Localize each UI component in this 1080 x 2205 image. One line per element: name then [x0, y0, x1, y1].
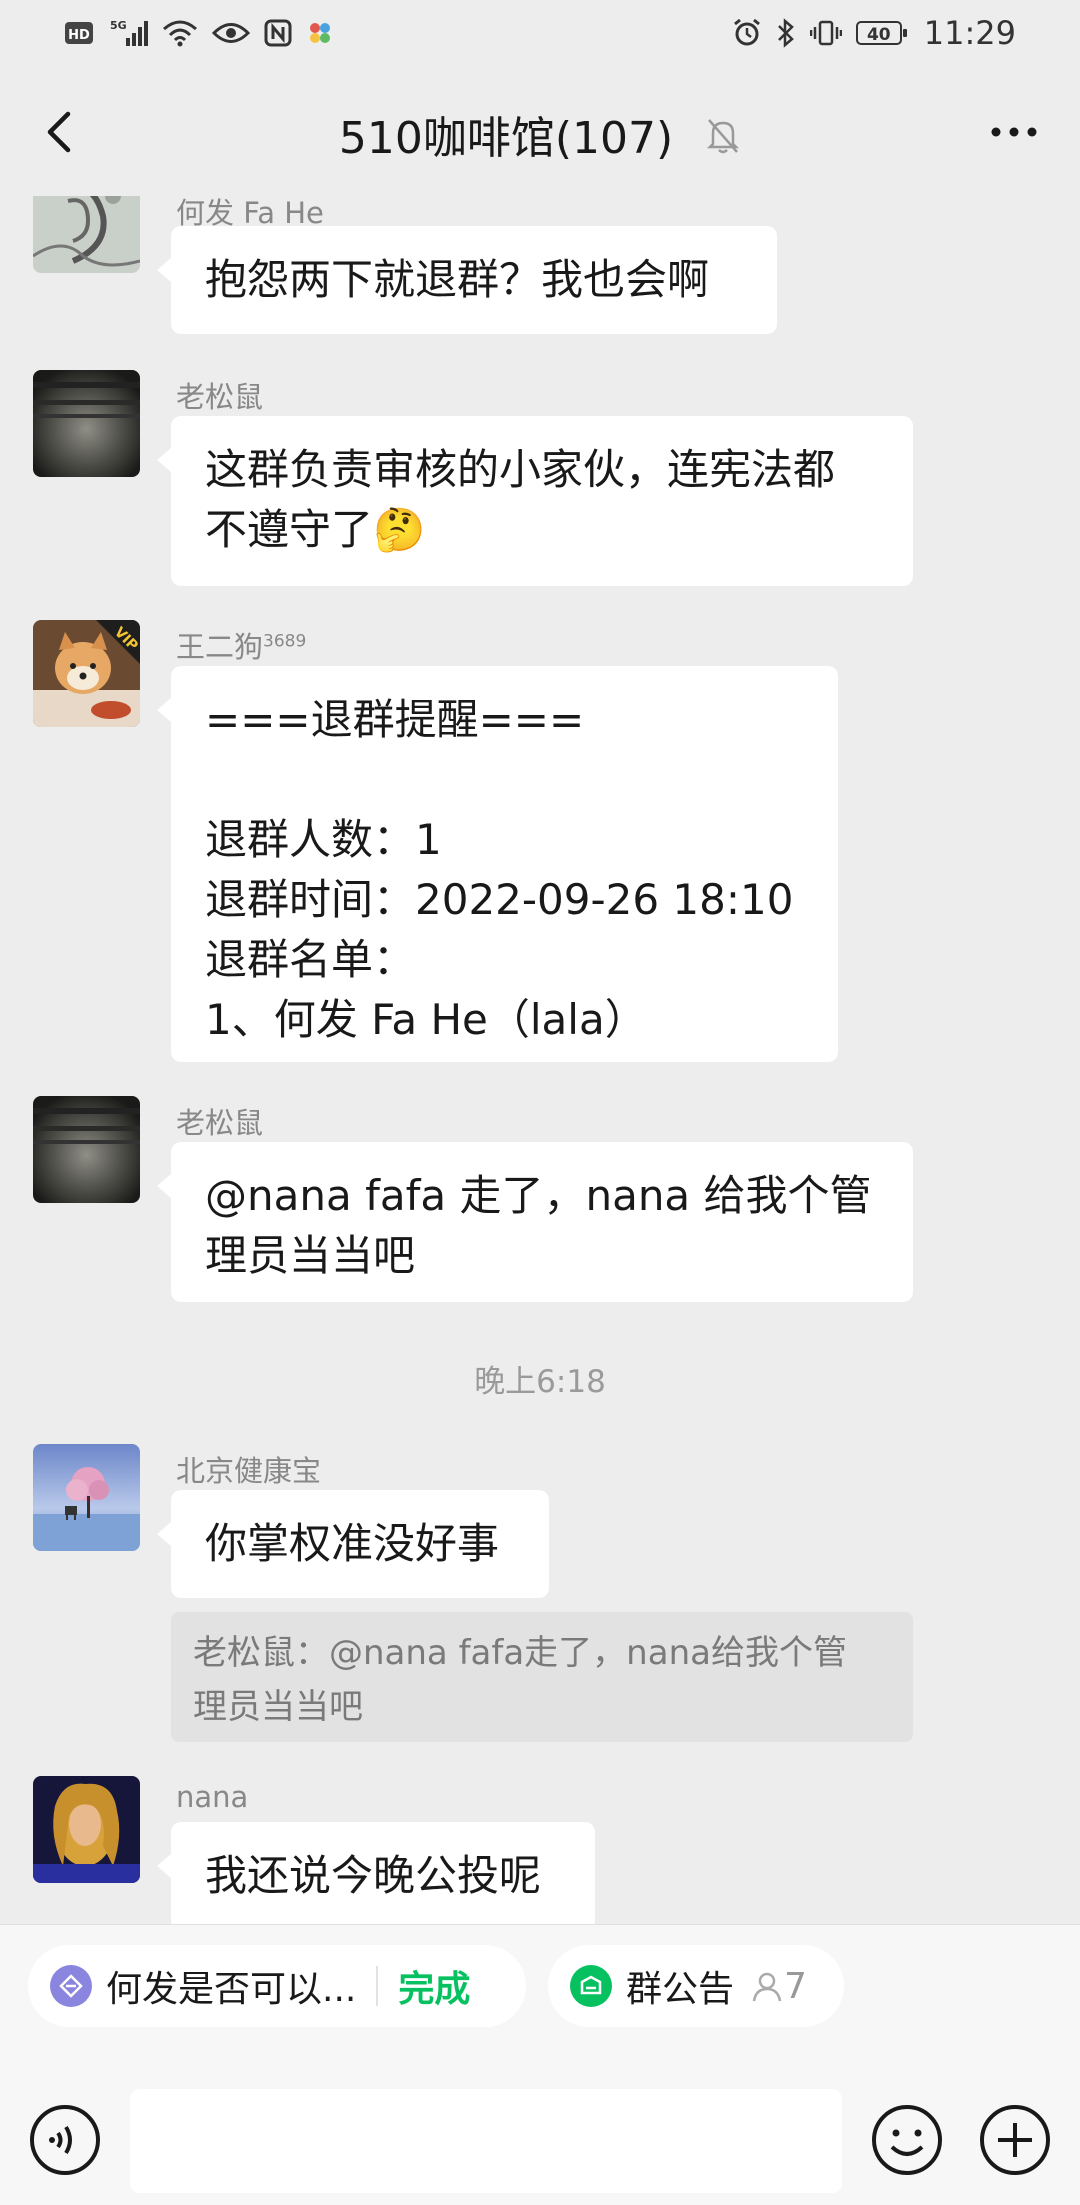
5g-signal-icon: 5G: [108, 16, 148, 50]
app-icon: [306, 16, 334, 50]
svg-text:5G: 5G: [110, 19, 127, 32]
avatar-wang-er-gou[interactable]: VIP: [33, 620, 140, 727]
bluetooth-icon: [776, 16, 796, 50]
avatar-bei-jing-jian-kang-bao[interactable]: [33, 1444, 140, 1551]
more-options-button[interactable]: [984, 106, 1044, 158]
solitaire-icon: [50, 1965, 92, 2007]
chat-title: 510咖啡馆(107): [338, 113, 674, 164]
message-bubble[interactable]: 抱怨两下就退群？我也会啊: [157, 226, 777, 334]
time-divider: 晚上6:18: [474, 1364, 606, 1400]
notice-icon: [570, 1965, 612, 2007]
mute-bell-icon: [705, 116, 741, 167]
wifi-icon: [162, 16, 198, 50]
eye-icon: [212, 16, 250, 50]
status-bar: HD 5G 40 11:29: [0, 0, 1080, 66]
sender-badge-number: 3689: [263, 631, 307, 652]
sender-name: 北京健康宝: [176, 1454, 322, 1488]
voice-button[interactable]: [28, 2103, 102, 2177]
person-icon: [752, 1972, 782, 2002]
vibrate-icon: [809, 16, 842, 50]
sender-name: nana: [176, 1780, 249, 1814]
status-left: HD 5G: [64, 16, 334, 50]
plus-icon: [980, 2105, 1050, 2175]
status-right: 40 11:29: [732, 14, 1016, 52]
chip-divider: [376, 1966, 379, 2006]
message-list[interactable]: 何发 Fa He 抱怨两下就退群？我也会啊 老松鼠 这群负责审核的小家伙，连宪法…: [0, 196, 1080, 1924]
message-bubble[interactable]: ===退群提醒=== 退群人数：1 退群时间：2022-09-26 18:10 …: [157, 666, 838, 1062]
quoted-message[interactable]: 老松鼠：@nana fafa走了，nana给我个管 理员当当吧: [171, 1612, 913, 1742]
message-input[interactable]: [130, 2089, 842, 2193]
voice-icon: [30, 2105, 100, 2175]
sender-name: 王二狗3689: [176, 624, 306, 666]
notice-count-value: 7: [784, 1965, 807, 2007]
avatar-lao-song-shu[interactable]: [33, 1096, 140, 1203]
solitaire-chip[interactable]: 何发是否可以... 完成: [28, 1945, 526, 2027]
sender-name: 老松鼠: [176, 380, 264, 414]
chat-header: 510咖啡馆(107): [0, 66, 1080, 196]
avatar-he-fa[interactable]: [33, 196, 140, 273]
battery-level: 40: [866, 25, 891, 45]
hd-icon: HD: [64, 16, 94, 50]
nfc-icon: [264, 16, 292, 50]
alarm-icon: [732, 16, 762, 50]
notice-reader-count: 7: [750, 1966, 807, 2007]
solitaire-title: 何发是否可以...: [106, 1969, 357, 2010]
group-notice-chip[interactable]: 群公告 7: [548, 1945, 844, 2027]
message-bubble[interactable]: 这群负责审核的小家伙，连宪法都 不遵守了🤔: [157, 416, 913, 586]
status-time: 11:29: [923, 14, 1016, 52]
message-bubble[interactable]: 你掌权准没好事: [157, 1490, 549, 1598]
sender-name-text: 王二狗: [176, 630, 264, 664]
battery-icon: 40: [855, 21, 907, 45]
avatar-lao-song-shu[interactable]: [33, 370, 140, 477]
bottom-panel: 何发是否可以... 完成 群公告 7: [0, 1924, 1080, 2205]
solitaire-done-button[interactable]: 完成: [398, 1960, 470, 2012]
chat-title-area: 510咖啡馆(107): [0, 102, 1080, 167]
avatar-nana[interactable]: [33, 1776, 140, 1883]
more-functions-button[interactable]: [978, 2103, 1052, 2177]
input-bar: [0, 2075, 1080, 2205]
more-dots-icon: [991, 127, 1037, 137]
group-notice-label: 群公告: [626, 1969, 735, 2010]
sender-name: 老松鼠: [176, 1106, 264, 1140]
message-bubble[interactable]: @nana fafa 走了，nana 给我个管 理员当当吧: [157, 1142, 913, 1302]
message-bubble[interactable]: 我还说今晚公投呢: [157, 1822, 595, 1924]
emoji-icon: [872, 2105, 942, 2175]
emoji-button[interactable]: [870, 2103, 944, 2177]
svg-text:HD: HD: [68, 28, 90, 43]
